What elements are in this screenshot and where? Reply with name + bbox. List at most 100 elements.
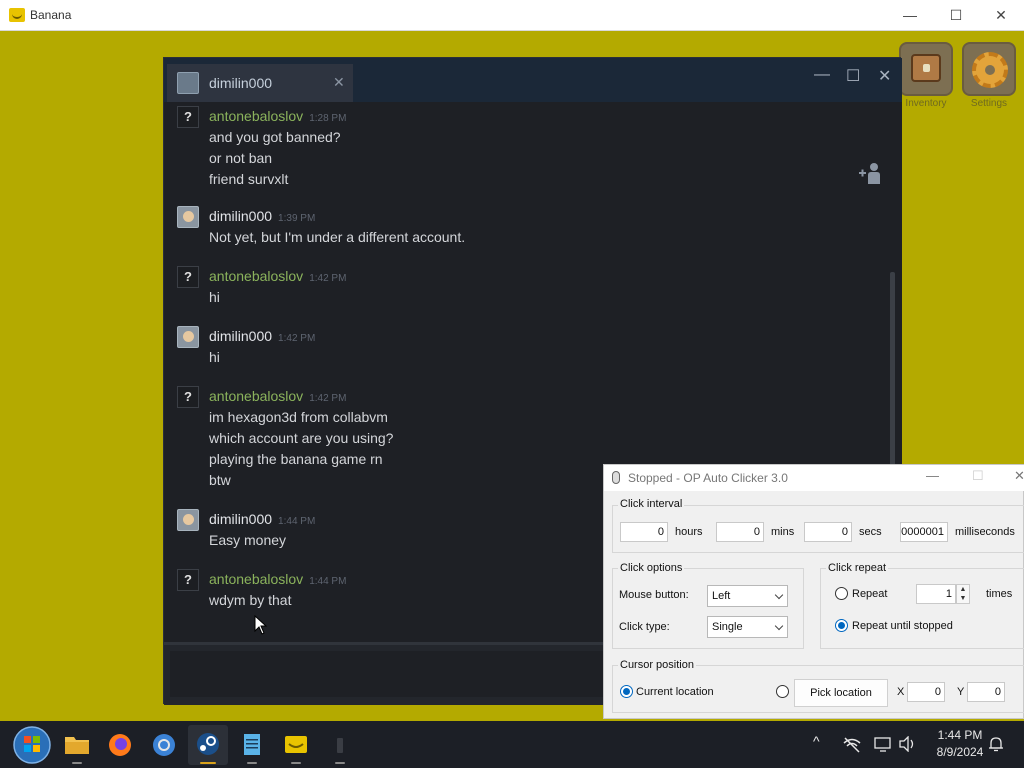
hours-input[interactable]: 0 xyxy=(620,522,668,542)
banana-app-icon xyxy=(9,8,25,22)
mins-input[interactable]: 0 xyxy=(716,522,764,542)
taskbar-file-explorer[interactable] xyxy=(57,725,97,765)
times-label: times xyxy=(986,588,1013,600)
unknown-avatar-icon: ? xyxy=(177,569,199,591)
taskbar-indicator xyxy=(291,762,301,764)
spin-down-icon[interactable]: ▼ xyxy=(957,594,969,603)
click-interval-legend: Click interval xyxy=(618,498,685,510)
chest-icon xyxy=(911,54,941,82)
mouse-icon xyxy=(612,471,620,484)
display-icon[interactable] xyxy=(874,736,892,752)
notification-bell-icon[interactable] xyxy=(988,736,1004,752)
x-label: X xyxy=(897,686,905,698)
clock-date[interactable]: 8/9/2024 xyxy=(928,745,992,759)
friend-avatar xyxy=(177,72,199,94)
tray-overflow-chevron-icon[interactable]: ^ xyxy=(813,733,820,749)
pick-location-button[interactable]: Pick location xyxy=(794,679,888,707)
auto-clicker-window: Stopped - OP Auto Clicker 3.0 — ☐ ✕ Clic… xyxy=(603,464,1024,719)
pick-location-radio[interactable] xyxy=(776,685,789,698)
repeat-count-spinner[interactable]: ▲ ▼ xyxy=(956,584,970,604)
click-type-select[interactable]: Single xyxy=(707,616,788,638)
taskbar-firefox[interactable] xyxy=(100,725,140,765)
mins-label: mins xyxy=(771,526,795,538)
sender-name[interactable]: dimilin000 1:42 PM xyxy=(209,328,315,344)
taskbar-notepad[interactable] xyxy=(232,725,272,765)
taskbar-indicator xyxy=(335,762,345,764)
chat-maximize-button[interactable]: ☐ xyxy=(846,66,860,86)
windows-logo-icon xyxy=(13,726,51,764)
sender-name[interactable]: antonebaloslov 1:42 PM xyxy=(209,388,346,404)
taskbar-indicator xyxy=(72,762,82,764)
click-type-value: Single xyxy=(712,621,743,633)
usb-drive-icon xyxy=(337,738,343,753)
settings-button[interactable] xyxy=(962,42,1016,96)
auto-clicker-maximize-button[interactable]: ☐ xyxy=(972,468,984,484)
clock-time[interactable]: 1:44 PM xyxy=(928,728,992,742)
user-avatar xyxy=(177,206,199,228)
message-time: 1:39 PM xyxy=(278,213,316,224)
chevron-down-icon xyxy=(774,621,784,631)
repeat-radio[interactable] xyxy=(835,587,848,600)
repeat-until-stopped-radio[interactable] xyxy=(835,619,848,632)
volume-icon[interactable] xyxy=(899,736,917,752)
add-friend-icon[interactable] xyxy=(859,162,881,184)
chat-close-button[interactable]: ✕ xyxy=(878,66,891,86)
chat-tab-name: dimilin000 xyxy=(209,75,273,91)
taskbar-chrome[interactable] xyxy=(144,725,184,765)
chat-minimize-button[interactable]: — xyxy=(814,66,830,84)
auto-clicker-minimize-button[interactable]: — xyxy=(926,468,939,483)
banana-minimize-button[interactable]: — xyxy=(887,0,933,31)
secs-input[interactable]: 0 xyxy=(804,522,852,542)
message-time: 1:42 PM xyxy=(309,393,347,404)
message-text: Not yet, but I'm under a different accou… xyxy=(209,229,466,245)
start-button[interactable] xyxy=(12,725,52,765)
message-text: friend survxlt xyxy=(209,171,289,187)
taskbar-usb[interactable] xyxy=(320,725,360,765)
message-time: 1:44 PM xyxy=(278,516,316,527)
message-time: 1:28 PM xyxy=(309,113,347,124)
current-location-radio[interactable] xyxy=(620,685,633,698)
mouse-cursor-icon xyxy=(254,615,268,635)
unknown-avatar-icon: ? xyxy=(177,386,199,408)
taskbar-banana[interactable] xyxy=(276,725,316,765)
taskbar-steam[interactable] xyxy=(188,725,228,765)
secs-label: secs xyxy=(859,526,882,538)
sender-name[interactable]: dimilin000 1:39 PM xyxy=(209,208,315,224)
sender-name[interactable]: antonebaloslov 1:28 PM xyxy=(209,108,346,124)
folder-icon xyxy=(65,737,89,754)
notepad-icon xyxy=(244,734,260,755)
message-text: btw xyxy=(209,472,231,488)
x-input[interactable]: 0 xyxy=(907,682,945,702)
chat-tab-close-icon[interactable]: ✕ xyxy=(333,74,345,91)
chat-tab[interactable]: dimilin000 ✕ xyxy=(167,64,353,102)
click-type-label: Click type: xyxy=(619,621,670,633)
inventory-button[interactable] xyxy=(899,42,953,96)
banana-titlebar: Banana — ☐ ✕ xyxy=(0,0,1024,31)
spin-up-icon[interactable]: ▲ xyxy=(957,585,969,594)
chat-header: dimilin000 ✕ — ☐ ✕ xyxy=(164,58,902,102)
network-offline-icon[interactable] xyxy=(843,737,861,753)
milliseconds-label: milliseconds xyxy=(955,526,1015,538)
hours-label: hours xyxy=(675,526,703,538)
auto-clicker-titlebar: Stopped - OP Auto Clicker 3.0 — ☐ ✕ xyxy=(604,465,1024,491)
auto-clicker-close-button[interactable]: ✕ xyxy=(1014,468,1024,484)
chrome-icon xyxy=(153,734,175,756)
message-text: which account are you using? xyxy=(209,430,394,446)
repeat-label: Repeat xyxy=(852,588,888,600)
sender-name[interactable]: dimilin000 1:44 PM xyxy=(209,511,315,527)
banana-maximize-button[interactable]: ☐ xyxy=(933,0,979,31)
milliseconds-input[interactable]: 0000001 xyxy=(900,522,948,542)
repeat-count-input[interactable]: 1 xyxy=(916,584,956,604)
mouse-button-value: Left xyxy=(712,590,731,602)
message-text: playing the banana game rn xyxy=(209,451,383,467)
mouse-button-select[interactable]: Left xyxy=(707,585,788,607)
banana-close-button[interactable]: ✕ xyxy=(978,0,1024,31)
user-avatar xyxy=(177,509,199,531)
sender-name[interactable]: antonebaloslov 1:42 PM xyxy=(209,268,346,284)
y-input[interactable]: 0 xyxy=(967,682,1005,702)
sender-name[interactable]: antonebaloslov 1:44 PM xyxy=(209,571,346,587)
mouse-button-label: Mouse button: xyxy=(619,589,689,601)
taskbar-indicator xyxy=(200,762,216,764)
click-options-legend: Click options xyxy=(618,562,685,574)
settings-label: Settings xyxy=(970,98,1008,109)
